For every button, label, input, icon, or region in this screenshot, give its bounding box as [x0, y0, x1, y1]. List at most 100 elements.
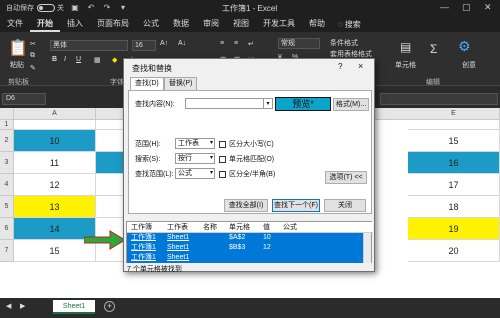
- tab-file[interactable]: 文件: [0, 16, 30, 32]
- paste-icon[interactable]: 📋: [8, 38, 28, 58]
- help-icon[interactable]: ?: [338, 62, 342, 71]
- editing-icon[interactable]: Σ: [430, 42, 437, 56]
- match-case-checkbox[interactable]: 区分大小写(C): [219, 139, 274, 149]
- tell-me-search[interactable]: ◌ 搜索: [338, 19, 361, 30]
- tab-insert[interactable]: 插入: [60, 16, 90, 32]
- cell-e[interactable]: 19: [408, 218, 500, 240]
- header-cell[interactable]: 单元格: [229, 222, 250, 233]
- green-arrow-icon: [84, 230, 126, 250]
- close-button[interactable]: 关闭: [324, 199, 366, 212]
- options-button[interactable]: 选项(T) <<: [325, 171, 367, 184]
- close-icon[interactable]: ✕: [484, 2, 492, 13]
- format-painter-icon[interactable]: ✎: [30, 64, 36, 72]
- cut-icon[interactable]: ✂: [30, 40, 36, 48]
- tab-formulas[interactable]: 公式: [136, 16, 166, 32]
- scroll-left-icon[interactable]: ◀: [6, 302, 11, 310]
- find-next-button[interactable]: 查找下一个(F): [272, 199, 320, 212]
- column-header-a[interactable]: A: [14, 108, 96, 120]
- cell-e[interactable]: 15: [408, 130, 500, 152]
- conditional-format-button[interactable]: 条件格式: [330, 38, 358, 48]
- row-header[interactable]: 4: [0, 174, 14, 196]
- undo-icon[interactable]: ↶: [86, 3, 96, 13]
- search-select[interactable]: 按行 ▾: [175, 153, 215, 164]
- border-icon[interactable]: ▦: [94, 56, 101, 64]
- results-scrollbar[interactable]: [363, 233, 371, 263]
- row-header[interactable]: 2: [0, 130, 14, 152]
- maximize-icon[interactable]: ▢: [462, 2, 471, 13]
- minimize-icon[interactable]: —: [440, 2, 449, 12]
- tab-page-layout[interactable]: 页面布局: [90, 16, 136, 32]
- tab-developer[interactable]: 开发工具: [256, 16, 302, 32]
- cell-e[interactable]: [408, 120, 500, 130]
- results-list[interactable]: 工作簿 工作表 名称 单元格 值 公式 工作簿1 Sheet1 $A$2 10 工作簿1…: [126, 221, 373, 263]
- save-icon[interactable]: ▣: [70, 3, 80, 13]
- align-middle-icon[interactable]: ≡: [234, 40, 238, 47]
- tab-home[interactable]: 开始: [30, 16, 60, 32]
- column-header-e[interactable]: E: [408, 108, 500, 120]
- look-in-select[interactable]: 公式 ▾: [175, 168, 215, 179]
- select-all-corner[interactable]: [0, 108, 14, 120]
- font-name-select[interactable]: 黑体: [50, 40, 128, 51]
- result-row[interactable]: 工作簿1 Sheet1: [127, 253, 365, 263]
- cell-e[interactable]: 18: [408, 196, 500, 218]
- tab-review[interactable]: 审阅: [196, 16, 226, 32]
- create-label[interactable]: 创意: [462, 60, 476, 70]
- header-sheet[interactable]: 工作表: [167, 222, 188, 233]
- find-all-button[interactable]: 查找全部(I): [224, 199, 268, 212]
- shrink-font-icon[interactable]: A↓: [178, 40, 186, 47]
- cell-e[interactable]: 20: [408, 240, 500, 262]
- header-value[interactable]: 值: [263, 222, 270, 233]
- tab-data[interactable]: 数据: [166, 16, 196, 32]
- align-top-icon[interactable]: ≡: [220, 40, 224, 47]
- header-book[interactable]: 工作簿: [131, 222, 152, 233]
- cell-a[interactable]: 10: [14, 130, 96, 152]
- row-header[interactable]: 3: [0, 152, 14, 174]
- header-formula[interactable]: 公式: [283, 222, 297, 233]
- tab-help[interactable]: 帮助: [302, 16, 332, 32]
- match-width-checkbox[interactable]: 区分全/半角(B): [219, 169, 275, 179]
- underline-icon[interactable]: U: [76, 56, 81, 63]
- row-header[interactable]: 1: [0, 120, 14, 130]
- cell-a[interactable]: 11: [14, 152, 96, 174]
- dialog-close-icon[interactable]: ×: [358, 61, 363, 71]
- within-select[interactable]: 工作表 ▾: [175, 138, 215, 149]
- grow-font-icon[interactable]: A↑: [160, 40, 168, 47]
- row-header[interactable]: 7: [0, 240, 14, 262]
- font-size-select[interactable]: 16: [132, 40, 156, 51]
- name-box[interactable]: D6: [2, 93, 46, 105]
- format-button[interactable]: 格式(M)...: [333, 98, 369, 111]
- cell-e[interactable]: 16: [408, 152, 500, 174]
- autosave-toggle[interactable]: [37, 4, 55, 12]
- copy-icon[interactable]: ⧉: [30, 52, 35, 60]
- row-header[interactable]: 5: [0, 196, 14, 218]
- find-what-input[interactable]: [185, 98, 273, 109]
- cell-a[interactable]: 13: [14, 196, 96, 218]
- formula-input[interactable]: [380, 93, 498, 105]
- row-header[interactable]: 6: [0, 218, 14, 240]
- cell-a[interactable]: [14, 120, 96, 130]
- bold-icon[interactable]: B: [52, 56, 57, 63]
- cells-label[interactable]: 单元格: [395, 60, 416, 70]
- create-icon[interactable]: ⚙: [458, 38, 471, 55]
- scroll-right-icon[interactable]: ▶: [20, 302, 25, 310]
- cell-a[interactable]: 12: [14, 174, 96, 196]
- result-row[interactable]: 工作簿1 Sheet1 $B$3 12: [127, 243, 365, 253]
- match-cell-checkbox[interactable]: 单元格匹配(O): [219, 154, 274, 164]
- header-name[interactable]: 名称: [203, 222, 217, 233]
- tab-replace[interactable]: 替换(P): [164, 77, 198, 91]
- fill-color-icon[interactable]: ◆: [112, 56, 117, 64]
- add-sheet-icon[interactable]: +: [104, 301, 115, 312]
- cells-icon[interactable]: ▤: [400, 40, 411, 54]
- number-format-select[interactable]: 常规: [278, 38, 320, 49]
- find-dropdown-icon[interactable]: ▾: [263, 98, 273, 109]
- cell-e[interactable]: 17: [408, 174, 500, 196]
- sheet-tab-sheet1[interactable]: Sheet1: [53, 300, 95, 314]
- tab-find[interactable]: 查找(D): [130, 77, 164, 91]
- tab-view[interactable]: 视图: [226, 16, 256, 32]
- wrap-text-icon[interactable]: ↵: [248, 40, 254, 48]
- paste-label[interactable]: 粘贴: [10, 60, 24, 70]
- italic-icon[interactable]: I: [64, 56, 66, 63]
- redo-icon[interactable]: ↷: [102, 3, 112, 13]
- result-row[interactable]: 工作簿1 Sheet1 $A$2 10: [127, 233, 365, 243]
- customize-icon[interactable]: ▾: [118, 3, 128, 13]
